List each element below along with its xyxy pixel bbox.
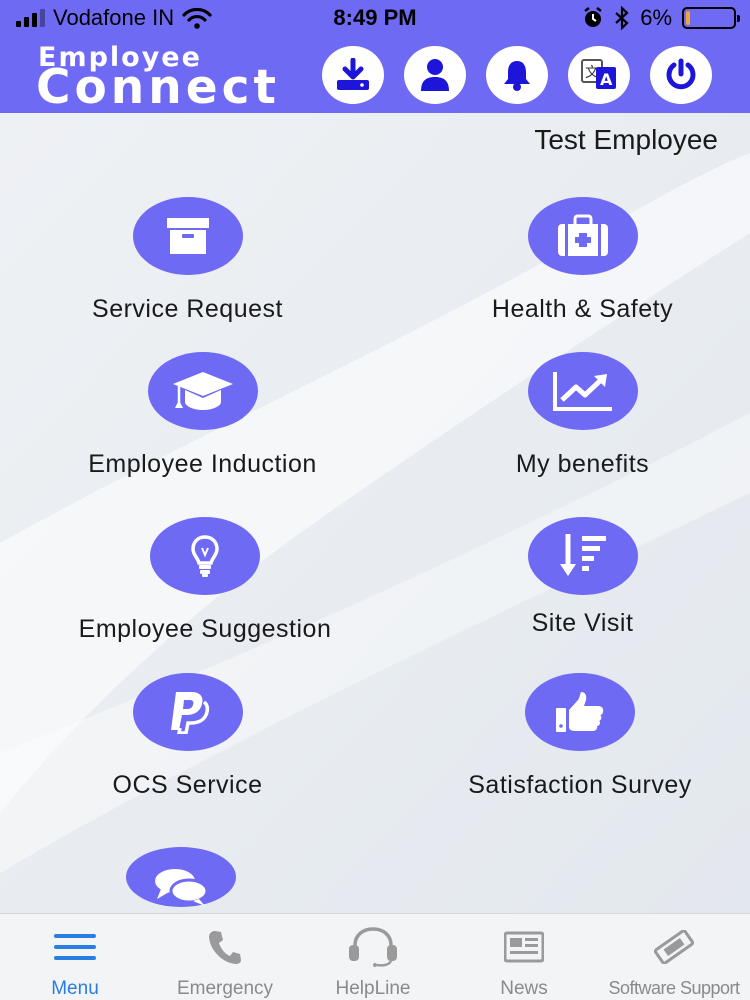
tile-ocs-service[interactable]: OCS Service	[70, 673, 305, 800]
tile-label: Service Request	[92, 295, 283, 323]
tile-label: My benefits	[515, 450, 650, 478]
bell-icon	[504, 61, 530, 91]
tile-chat[interactable]	[126, 847, 236, 913]
logout-button[interactable]	[650, 46, 712, 104]
thumbs-up-icon	[556, 692, 604, 732]
sort-list-icon	[559, 534, 606, 576]
tile-label: Employee Induction	[88, 450, 317, 478]
tab-label: Menu	[51, 978, 99, 999]
tile-icon-circle	[527, 197, 638, 275]
download-icon	[337, 58, 369, 90]
tile-icon-circle	[147, 352, 258, 430]
language-button[interactable]: 文 A	[568, 46, 630, 104]
graduation-cap-icon	[172, 372, 233, 410]
tile-icon-circle	[525, 673, 635, 751]
tile-label: Health & Safety	[491, 295, 674, 323]
tab-label: HelpLine	[335, 978, 411, 999]
newspaper-icon	[504, 931, 544, 963]
archive-box-icon	[166, 218, 209, 254]
app-logo: Employee Connect	[36, 42, 326, 112]
tile-icon-circle	[527, 517, 638, 595]
battery-percent: 6%	[640, 5, 672, 30]
tile-label: Satisfaction Survey	[468, 771, 692, 799]
lightbulb-icon	[191, 535, 219, 577]
tile-icon-circle	[527, 352, 638, 430]
alarm-icon	[584, 7, 602, 27]
status-bar: Vodafone IN 8:49 PM 6%	[0, 0, 750, 36]
trending-chart-icon	[552, 372, 612, 411]
tile-icon-circle	[132, 197, 243, 275]
tile-icon-circle	[150, 517, 260, 595]
tab-label: Emergency	[176, 978, 274, 999]
paypal-icon	[170, 692, 209, 734]
menu-icon	[54, 934, 96, 960]
tile-employee-induction[interactable]: Employee Induction	[60, 352, 345, 479]
tile-my-benefits[interactable]: My benefits	[465, 352, 700, 479]
bottom-tab-bar: Menu Emergency HelpLine News Software Su…	[0, 913, 750, 1000]
profile-button[interactable]	[404, 46, 466, 104]
tile-health-safety[interactable]: Health & Safety	[465, 197, 700, 324]
power-icon	[666, 58, 696, 90]
tab-helpline[interactable]: HelpLine	[318, 914, 428, 1000]
tile-label: OCS Service	[112, 771, 263, 799]
translate-icon: 文 A	[581, 59, 616, 89]
tab-news[interactable]: News	[474, 914, 574, 1000]
ticket-icon	[653, 930, 695, 964]
download-button[interactable]	[322, 46, 384, 104]
tile-service-request[interactable]: Service Request	[70, 197, 305, 324]
tab-menu[interactable]: Menu	[20, 914, 130, 1000]
tile-icon-circle	[126, 847, 236, 907]
chat-bubbles-icon	[155, 869, 209, 906]
tab-emergency[interactable]: Emergency	[160, 914, 290, 1000]
user-name: Test Employee	[534, 124, 718, 155]
phone-icon	[209, 931, 241, 964]
headset-icon	[349, 927, 397, 967]
tile-employee-suggestion[interactable]: Employee Suggestion	[45, 517, 365, 644]
tile-label: Employee Suggestion	[78, 615, 332, 643]
battery-icon	[682, 7, 740, 29]
tile-site-visit[interactable]: Site Visit	[465, 517, 700, 638]
bluetooth-icon	[615, 6, 629, 30]
logo-line2: Connect	[36, 60, 280, 115]
svg-text:A: A	[600, 70, 613, 89]
first-aid-kit-icon	[557, 214, 608, 256]
tab-software-support[interactable]: Software Support	[598, 914, 750, 1000]
user-icon	[421, 59, 449, 91]
notifications-button[interactable]	[486, 46, 548, 104]
tab-label: News	[500, 978, 548, 999]
tile-label: Site Visit	[531, 609, 634, 637]
tab-label: Software Support	[608, 978, 740, 998]
tile-icon-circle	[132, 673, 243, 751]
tile-satisfaction-survey[interactable]: Satisfaction Survey	[435, 673, 725, 800]
